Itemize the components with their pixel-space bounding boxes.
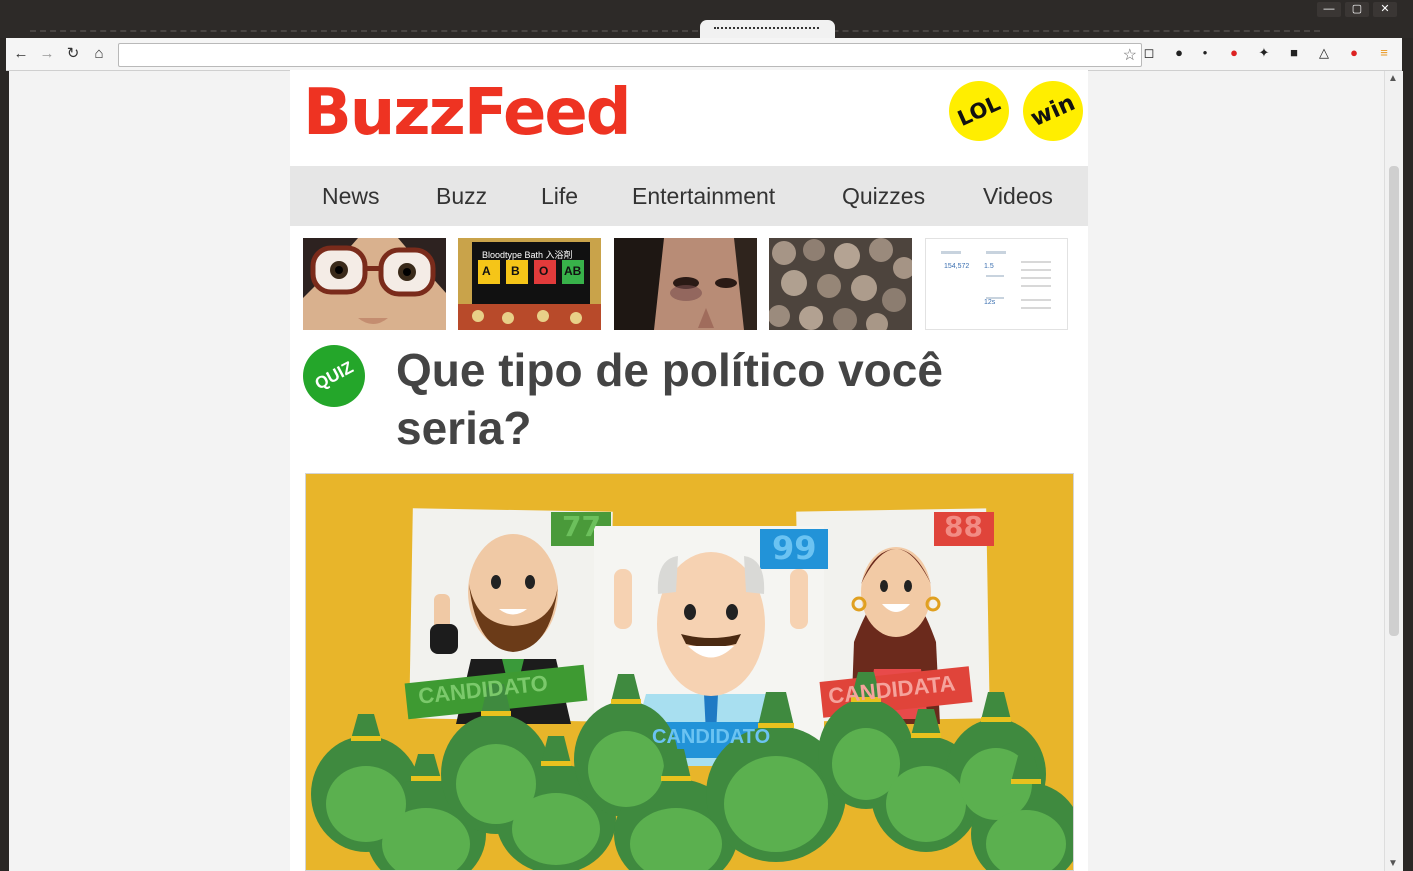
stat-time: 12s [984,299,996,306]
score-right: 88 [944,510,983,543]
window-titlebar: — ▢ ✕ [0,0,1413,42]
banner-center: CANDIDATO [652,726,771,748]
window-controls: — ▢ ✕ [1317,2,1397,17]
extension-alert-icon[interactable]: ● [1346,45,1362,61]
scroll-down-arrow-icon[interactable]: ▼ [1388,858,1398,869]
nav-item-news[interactable]: News [322,166,380,226]
thumbnail-glasses-face[interactable] [303,238,446,330]
nav-item-entertainment[interactable]: Entertainment [632,166,775,226]
score-center: 99 [772,529,817,567]
nav-item-videos[interactable]: Videos [983,166,1053,226]
thumbnail-bloodtype-bath[interactable]: Bloodtype Bath 入浴剤 A B O AB [458,238,601,330]
quiz-badge: QUIZ [303,345,365,407]
article-title[interactable]: Que tipo de político você seria? [396,341,1036,457]
buzzfeed-logo[interactable]: BuzzFeed [303,78,632,148]
extension-drop-icon[interactable]: • [1197,45,1213,61]
bloodtype-b: B [511,264,520,278]
forward-arrow-icon[interactable]: → [36,44,58,64]
extension-square-icon[interactable]: ◻ [1141,45,1157,61]
close-button[interactable]: ✕ [1373,2,1397,17]
thumbnail-woman-face[interactable] [614,238,757,330]
maximize-button[interactable]: ▢ [1345,2,1369,17]
vertical-scrollbar[interactable]: ▲ ▼ [1384,71,1403,871]
main-nav: News Buzz Life Entertainment Quizzes Vid… [290,166,1088,226]
stat-views: 154,572 [944,263,970,270]
home-icon[interactable]: ⌂ [88,44,110,64]
extension-chat-icon[interactable]: ■ [1286,45,1302,61]
extension-red-icon[interactable]: ● [1226,45,1242,61]
win-badge[interactable]: win [1013,71,1093,151]
bookmark-star-icon[interactable]: ☆ [1123,45,1137,65]
bloodtype-a: A [482,264,491,278]
woman-face-image [614,238,757,330]
hero-image[interactable]: 77 99 88 CANDIDATO CANDIDATO CANDIDATA [305,473,1074,871]
stats-lines-image [941,251,1051,309]
minimize-button[interactable]: — [1317,2,1341,17]
browser-toolbar: ← → ↻ ⌂ ☆ ◻ ● • ● ✦ ■ △ ● ≡ [6,38,1402,71]
address-bar[interactable]: ☆ [118,43,1142,67]
quiz-badge-label: QUIZ [311,357,357,394]
nav-item-quizzes[interactable]: Quizzes [842,166,925,226]
glasses-face-image [303,238,446,330]
nav-item-life[interactable]: Life [541,166,578,226]
extension-triangle-icon[interactable]: △ [1316,45,1332,61]
bloodtype-ab: AB [564,264,582,278]
bloodtype-caption: Bloodtype Bath 入浴剤 [482,250,573,260]
menu-hamburger-icon[interactable]: ≡ [1376,45,1392,61]
tab-strip [30,30,1320,38]
scrollbar-thumb[interactable] [1389,166,1399,636]
extension-circle-icon[interactable]: ● [1171,45,1187,61]
score-left: 77 [562,510,601,543]
thumbnail-doll-heads[interactable] [769,238,912,330]
scroll-up-arrow-icon[interactable]: ▲ [1388,73,1398,84]
stat-ratio: 1.5 [984,263,994,270]
extension-bolt-icon[interactable]: ✦ [1256,45,1272,61]
lol-badge[interactable]: LOL [939,71,1019,151]
back-arrow-icon[interactable]: ← [10,44,32,64]
tab-title-placeholder [714,27,819,33]
doll-heads-image [769,238,912,330]
bloodtype-o: O [539,264,549,278]
thumbnail-stats-panel[interactable]: 154,572 1.5 12s [925,238,1068,330]
reload-icon[interactable]: ↻ [62,44,84,64]
nav-item-buzz[interactable]: Buzz [436,166,487,226]
buzzfeed-page: BuzzFeed LOL win News Buzz Life Entertai… [290,70,1093,871]
